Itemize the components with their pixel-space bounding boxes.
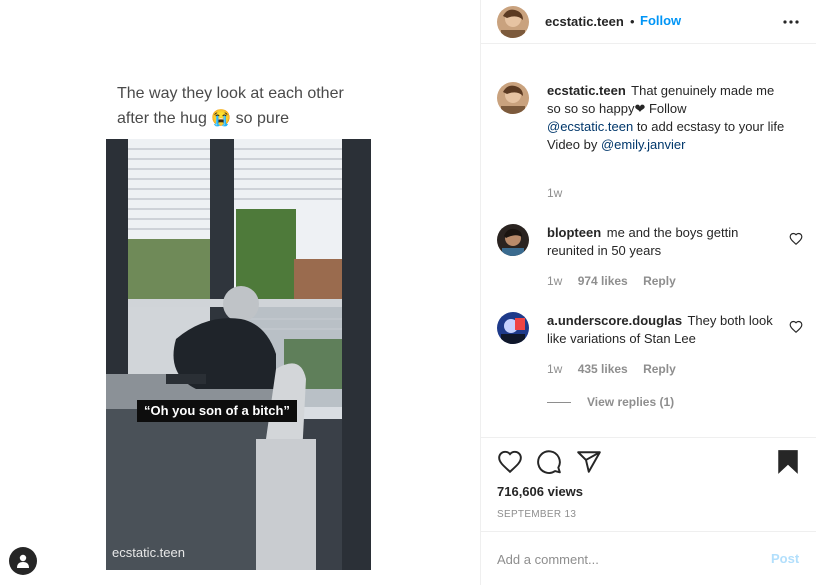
share-icon <box>577 451 601 473</box>
caption-meta: 1w <box>547 186 574 200</box>
caption-text-part4: Video by <box>547 137 598 152</box>
video-player[interactable]: “Oh you son of a bitch” ecstatic.teen <box>106 139 371 570</box>
comment-item: a.underscore.douglas They both look like… <box>497 312 803 382</box>
comment-likes[interactable]: 435 likes <box>578 362 628 376</box>
heart-emoji: ❤ <box>634 101 646 116</box>
post-panel: ecstatic.teen • Follow ecstatic.teen Tha… <box>480 0 816 585</box>
overlay-caption-line2: after the hug <box>117 109 207 127</box>
post-comment-button[interactable]: Post <box>771 551 799 566</box>
caption-username[interactable]: ecstatic.teen <box>547 83 626 98</box>
overlay-caption-end: so pure <box>235 109 290 127</box>
reply-button[interactable]: Reply <box>643 362 676 376</box>
comment-button[interactable] <box>536 449 562 475</box>
video-watermark: ecstatic.teen <box>112 545 185 560</box>
reply-button[interactable]: Reply <box>643 274 676 288</box>
commenter-avatar[interactable] <box>497 312 529 344</box>
video-frame <box>106 139 371 570</box>
comment-input[interactable] <box>497 549 747 569</box>
author-username[interactable]: ecstatic.teen <box>545 14 624 29</box>
comment-likes[interactable]: 974 likes <box>578 274 628 288</box>
video-subtitle: “Oh you son of a bitch” <box>137 400 297 422</box>
view-count[interactable]: 716,606 views <box>497 484 583 499</box>
add-comment-bar: Post <box>481 531 816 585</box>
overlay-caption-line1: The way they look at each other <box>117 85 344 102</box>
media-area: The way they look at each other after th… <box>0 0 480 585</box>
comment-time: 1w <box>547 362 563 376</box>
heart-icon <box>498 450 522 474</box>
comment-username[interactable]: blopteen <box>547 225 601 240</box>
more-options-button[interactable] <box>781 12 801 32</box>
comment-username[interactable]: a.underscore.douglas <box>547 313 682 328</box>
replies-divider <box>547 401 571 403</box>
view-replies-label: View replies (1) <box>587 395 675 409</box>
caption-text: ecstatic.teen That genuinely made me so … <box>547 82 787 154</box>
comment-time: 1w <box>547 274 563 288</box>
like-button[interactable] <box>497 449 523 475</box>
save-button[interactable] <box>775 449 801 475</box>
author-avatar[interactable] <box>497 6 529 38</box>
follow-button[interactable]: Follow <box>640 13 681 28</box>
caption-time: 1w <box>547 186 563 200</box>
comment-like-button[interactable] <box>789 232 803 246</box>
more-horizontal-icon <box>783 20 799 24</box>
comment-item: blopteen me and the boys gettin reunited… <box>497 224 803 294</box>
share-button[interactable] <box>576 449 602 475</box>
profile-button[interactable] <box>9 547 37 575</box>
comment-like-button[interactable] <box>789 320 803 334</box>
comment-meta: 1w 974 likes Reply <box>547 274 688 288</box>
view-replies-button[interactable]: View replies (1) <box>547 395 674 409</box>
video-overlay-caption: The way they look at each other after th… <box>117 82 397 131</box>
bookmark-icon <box>778 450 798 474</box>
post-caption: ecstatic.teen That genuinely made me so … <box>497 82 797 212</box>
crying-emoji: 😭 <box>211 109 232 127</box>
post-date: SEPTEMBER 13 <box>497 509 577 520</box>
caption-text-part3: to add ecstasy to your life <box>636 119 785 134</box>
commenter-avatar[interactable] <box>497 224 529 256</box>
comment-icon <box>537 450 561 474</box>
caption-avatar[interactable] <box>497 82 529 114</box>
caption-text-part2: Follow <box>648 101 687 116</box>
comment-text: blopteen me and the boys gettin reunited… <box>547 224 787 260</box>
heart-outline-icon <box>789 232 803 246</box>
heart-outline-icon <box>789 320 803 334</box>
caption-mention-ecstatic-teen[interactable]: @ecstatic.teen <box>547 119 633 134</box>
comment-meta: 1w 435 likes Reply <box>547 362 688 376</box>
separator-dot: • <box>630 14 635 29</box>
person-icon <box>17 554 29 568</box>
post-header: ecstatic.teen • Follow <box>481 0 816 44</box>
comment-text: a.underscore.douglas They both look like… <box>547 312 787 348</box>
caption-mention-emily-janvier[interactable]: @emily.janvier <box>601 137 685 152</box>
